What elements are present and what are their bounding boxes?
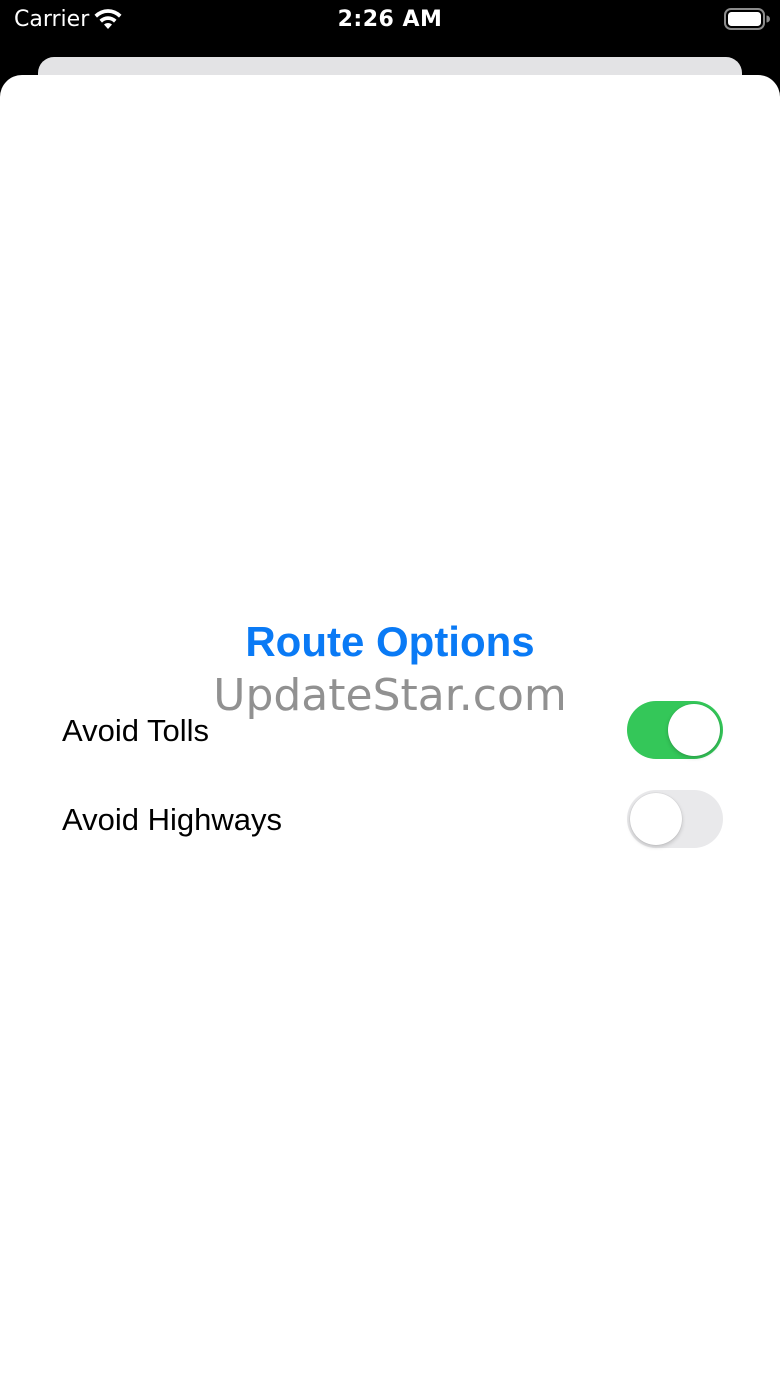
option-label: Avoid Tolls [62,713,210,748]
option-row-avoid-highways: Avoid Highways [0,790,780,850]
status-time: 2:26 AM [337,7,443,32]
avoid-tolls-toggle[interactable] [627,701,723,759]
route-options-sheet: Route Options UpdateStar.com Avoid Tolls… [0,75,780,1387]
status-bar: Carrier 2:26 AM [0,0,780,56]
page-title: Route Options [245,618,535,665]
option-label: Avoid Highways [62,802,282,837]
screen: Carrier 2:26 AM Route Options UpdateStar… [0,0,780,1387]
battery-icon [724,8,770,30]
option-row-avoid-tolls: Avoid Tolls [0,701,780,761]
toggle-knob [630,793,682,845]
avoid-highways-toggle[interactable] [627,790,723,848]
toggle-knob [668,704,720,756]
